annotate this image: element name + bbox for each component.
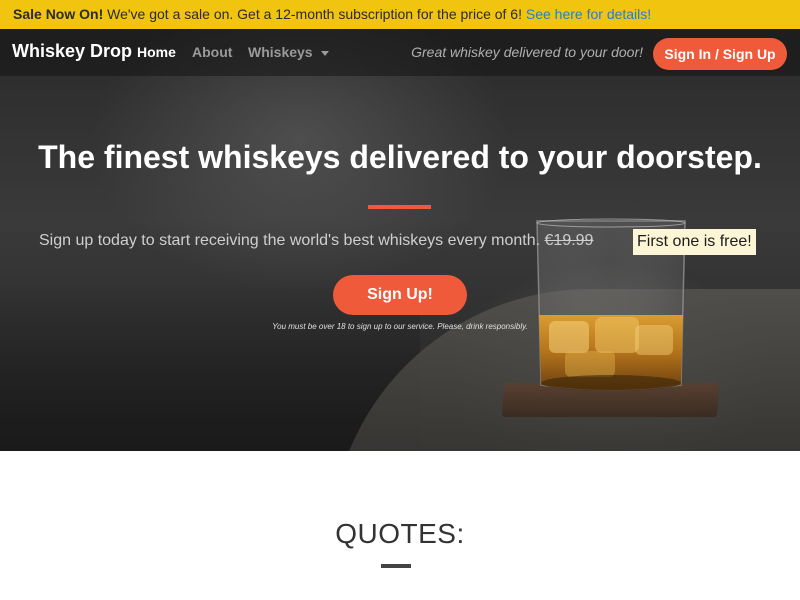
navbar-tagline: Great whiskey delivered to your door! — [411, 44, 643, 60]
nav-home[interactable]: Home — [137, 44, 176, 60]
brand-logo[interactable]: Whiskey Drop — [12, 41, 132, 62]
sale-banner-text: We've got a sale on. Get a 12-month subs… — [103, 6, 526, 22]
nav-about[interactable]: About — [192, 44, 232, 60]
chevron-down-icon — [320, 50, 329, 56]
sale-banner: Sale Now On! We've got a sale on. Get a … — [0, 0, 800, 29]
navbar: Whiskey Drop Home About Whiskeys Great w… — [0, 29, 800, 76]
hero-divider — [368, 205, 431, 209]
sale-banner-title: Sale Now On! — [13, 6, 104, 22]
sale-details-link[interactable]: See here for details! — [526, 6, 651, 22]
age-disclaimer: You must be over 18 to sign up to our se… — [272, 322, 528, 331]
hero-subtitle-text: Sign up today to start receiving the wor… — [39, 232, 545, 249]
free-badge: First one is free! — [633, 229, 756, 255]
hero-section: The finest whiskeys delivered to your do… — [0, 29, 800, 451]
sign-in-button[interactable]: Sign In / Sign Up — [653, 38, 787, 70]
quotes-heading: QUOTES: — [335, 518, 465, 549]
nav-whiskeys-label: Whiskeys — [248, 44, 313, 60]
old-price: €19.99 — [544, 232, 594, 249]
quotes-divider — [381, 564, 411, 568]
hero-title: The finest whiskeys delivered to your do… — [38, 139, 762, 175]
hero-subtitle: Sign up today to start receiving the wor… — [39, 232, 593, 250]
nav-whiskeys-dropdown[interactable]: Whiskeys — [248, 44, 329, 60]
sign-up-button[interactable]: Sign Up! — [333, 275, 467, 315]
